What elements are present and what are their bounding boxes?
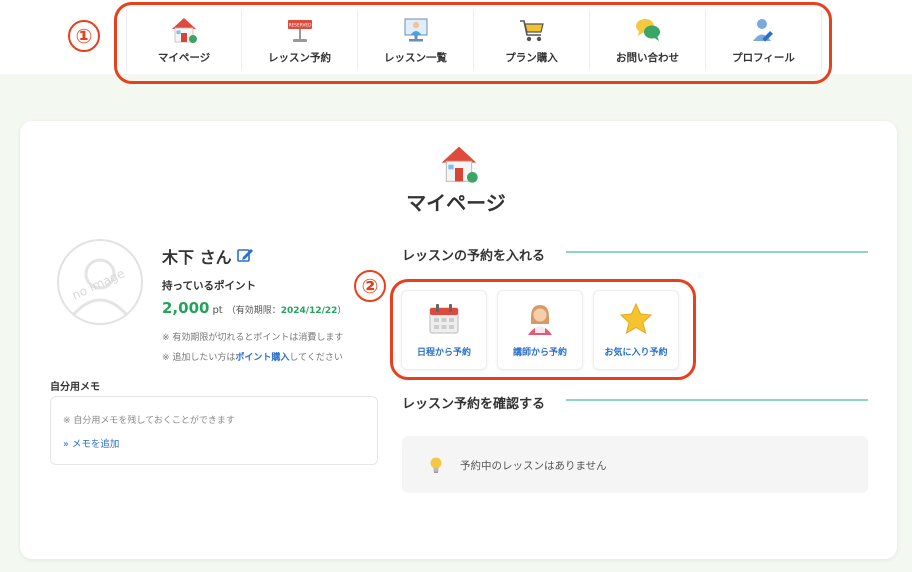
reserved-sign-icon: RESERVED xyxy=(287,20,312,42)
svg-text:RESERVED: RESERVED xyxy=(288,23,312,29)
points-note-purchase: ※ 追加したい方はポイント購入してください xyxy=(162,350,343,363)
nav-label: マイページ xyxy=(157,52,211,64)
nav-item-contact[interactable]: お問い合わせ xyxy=(590,10,706,70)
home-icon xyxy=(172,18,197,43)
nav-item-lesson-reservation[interactable]: RESERVED レッスン予約 xyxy=(242,10,358,70)
points-row: 2,000 pt （有効期限： 2024/12/22 ） xyxy=(162,299,346,317)
teacher-monitor-icon xyxy=(404,18,427,42)
nav-label: プロフィール xyxy=(732,52,795,64)
annotation-number-2: ② xyxy=(354,270,386,302)
section-divider xyxy=(566,251,868,253)
avatar: no image xyxy=(57,239,143,325)
lightbulb-icon xyxy=(430,457,442,473)
nav-item-mypage[interactable]: マイページ xyxy=(126,10,242,70)
nav-label: お問い合わせ xyxy=(616,52,679,64)
section-divider xyxy=(566,399,868,401)
points-expiry-prefix: （有効期限： xyxy=(226,306,281,316)
button-label: お気に入り予約 xyxy=(604,348,668,358)
nav-label: レッスン一覧 xyxy=(384,52,447,64)
points-expiry-date: 2024/12/22 xyxy=(280,306,338,316)
point-purchase-link[interactable]: ポイント購入 xyxy=(235,353,289,363)
cart-icon xyxy=(519,20,544,42)
page-title: マイページ xyxy=(406,191,506,215)
nav-item-plan-purchase[interactable]: プラン購入 xyxy=(474,10,590,70)
nav-item-lesson-list[interactable]: レッスン一覧 xyxy=(358,10,474,70)
points-unit: pt xyxy=(212,305,223,316)
points-expiry-suffix: ） xyxy=(337,306,347,316)
points-label: 持っているポイント xyxy=(162,280,256,292)
reservation-heading: レッスンの予約を入れる xyxy=(402,249,546,264)
star-icon xyxy=(619,302,653,335)
points-note-expiry: ※ 有効期限が切れるとポイントは消費します xyxy=(162,333,344,343)
edit-icon[interactable] xyxy=(236,246,254,264)
reserve-by-teacher-button[interactable]: 講師から予約 xyxy=(497,290,583,370)
annotation-number-1: ① xyxy=(68,20,100,52)
teacher-icon xyxy=(528,305,552,335)
user-name: 木下 さん xyxy=(162,248,232,267)
main-nav: マイページ RESERVED レッスン予約 レッスン一覧 プラン購入 お問い合わ… xyxy=(126,10,822,70)
memo-placeholder: ※ 自分用メモを残しておくことができます xyxy=(63,416,235,426)
button-label: 講師から予約 xyxy=(512,348,567,358)
confirm-heading: レッスン予約を確認する xyxy=(402,397,546,412)
button-label: 日程から予約 xyxy=(416,348,471,358)
note-text: してください xyxy=(289,353,343,363)
nav-label: プラン購入 xyxy=(505,52,558,64)
calendar-icon xyxy=(429,304,459,334)
nav-item-profile[interactable]: プロフィール xyxy=(706,10,822,70)
home-icon xyxy=(441,146,478,183)
reserve-favorite-button[interactable]: お気に入り予約 xyxy=(593,290,679,370)
add-memo-link[interactable]: » メモを追加 xyxy=(63,436,119,450)
empty-reservations-text: 予約中のレッスンはありません xyxy=(460,460,607,472)
note-text: ※ 追加したい方は xyxy=(162,353,236,363)
reserve-by-date-button[interactable]: 日程から予約 xyxy=(401,290,487,370)
memo-box: ※ 自分用メモを残しておくことができます » メモを追加 xyxy=(50,396,378,465)
profile-edit-icon xyxy=(752,19,773,42)
chat-bubbles-icon xyxy=(635,19,660,41)
memo-label: 自分用メモ xyxy=(50,382,100,393)
empty-reservations-box: 予約中のレッスンはありません xyxy=(402,436,868,493)
points-value: 2,000 xyxy=(162,299,210,317)
nav-label: レッスン予約 xyxy=(268,52,331,64)
